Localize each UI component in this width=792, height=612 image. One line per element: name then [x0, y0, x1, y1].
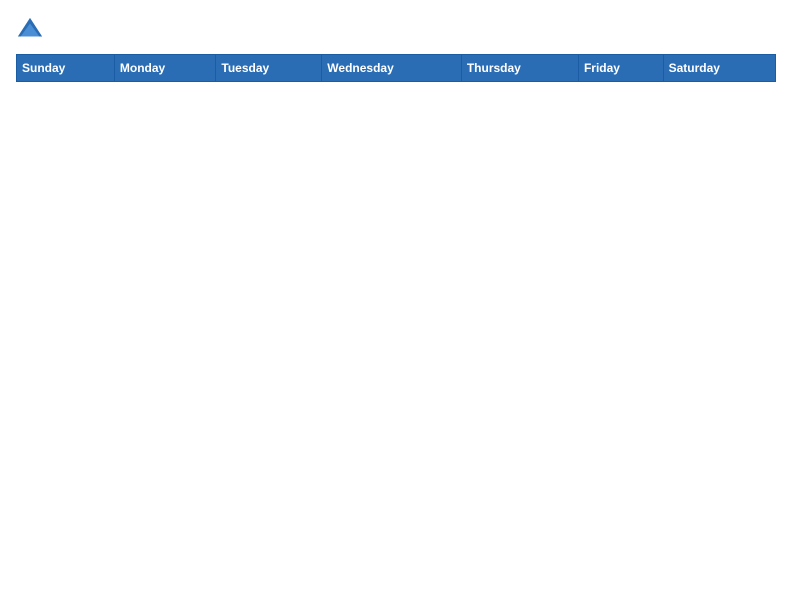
page-header — [16, 16, 776, 44]
weekday-header-monday: Monday — [114, 55, 215, 82]
logo — [16, 16, 48, 44]
weekday-header-tuesday: Tuesday — [216, 55, 322, 82]
weekday-header-saturday: Saturday — [663, 55, 775, 82]
calendar-table: SundayMondayTuesdayWednesdayThursdayFrid… — [16, 54, 776, 82]
logo-icon — [16, 16, 44, 44]
weekday-header-friday: Friday — [578, 55, 663, 82]
weekday-header-thursday: Thursday — [461, 55, 578, 82]
weekday-header-sunday: Sunday — [17, 55, 115, 82]
weekday-header-row: SundayMondayTuesdayWednesdayThursdayFrid… — [17, 55, 776, 82]
weekday-header-wednesday: Wednesday — [322, 55, 462, 82]
